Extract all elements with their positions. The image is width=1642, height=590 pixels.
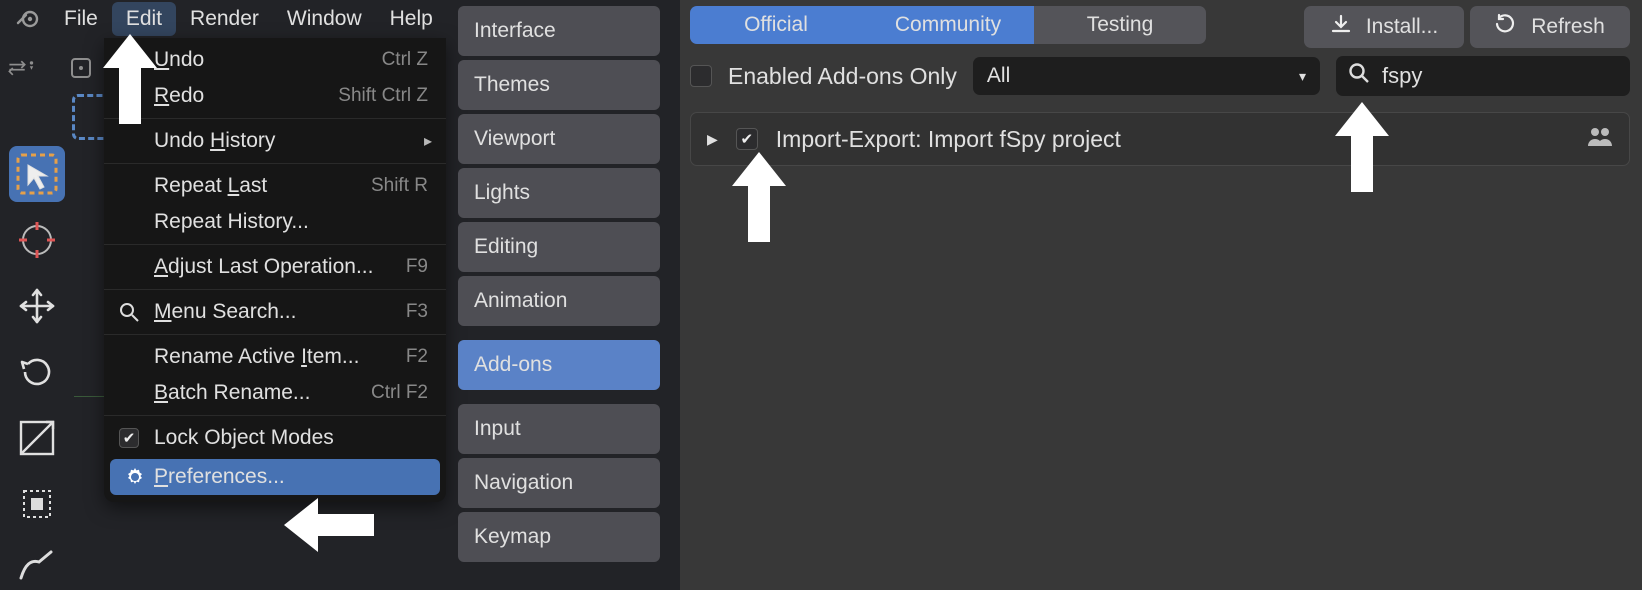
addon-entry[interactable]: ▶ Import-Export: Import fSpy project [690,112,1630,166]
tool-select-box[interactable] [9,146,65,202]
expand-caret-icon[interactable]: ▶ [707,131,718,148]
menu-undo-history[interactable]: Undo History ▸ [104,123,446,159]
preferences-content: Official Community Testing Install... Re… [680,0,1642,590]
pref-tab-interface[interactable]: Interface [458,6,660,56]
menu-render[interactable]: Render [176,2,273,36]
pref-tab-addons[interactable]: Add-ons [458,340,660,390]
refresh-button[interactable]: Refresh [1470,6,1630,48]
menu-search[interactable]: Menu Search... F3 [104,294,446,330]
menu-help[interactable]: Help [376,2,447,36]
addon-filter-row: Enabled Add-ons Only All ▾ ✕ [690,56,1630,96]
pref-tab-lights[interactable]: Lights [458,168,660,218]
editor-type-dropdown-icon[interactable] [2,51,44,85]
addon-enable-checkbox[interactable] [736,128,758,150]
enabled-only-label: Enabled Add-ons Only [728,63,957,90]
addon-category-dropdown[interactable]: All ▾ [973,57,1320,95]
pref-tab-input[interactable]: Input [458,404,660,454]
pref-tab-navigation[interactable]: Navigation [458,458,660,508]
menu-redo[interactable]: Redo Shift Ctrl Z [104,78,446,114]
community-icon [1587,125,1613,153]
menu-undo[interactable]: Undo Ctrl Z [104,42,446,78]
menu-batch-rename[interactable]: Batch Rename... Ctrl F2 [104,375,446,411]
tab-official[interactable]: Official [690,6,862,44]
download-icon [1330,13,1352,41]
pref-tab-editing[interactable]: Editing [458,222,660,272]
annotation-arrow [284,498,374,552]
enabled-only-checkbox[interactable] [690,65,712,87]
menu-preferences[interactable]: Preferences... [110,459,440,495]
menu-lock-object-modes[interactable]: Lock Object Modes [104,420,446,456]
addon-search[interactable]: ✕ [1336,56,1630,96]
blender-logo-icon [16,7,40,31]
tool-rotate[interactable] [9,344,65,400]
edit-menu: Undo Ctrl Z Redo Shift Ctrl Z Undo Histo… [104,38,446,502]
submenu-caret-icon: ▸ [424,131,432,151]
search-icon [1348,62,1370,90]
checkbox-on-icon [118,427,140,449]
menu-file[interactable]: File [50,2,112,36]
tab-testing[interactable]: Testing [1034,6,1206,44]
tool-move[interactable] [9,278,65,334]
menu-repeat-history[interactable]: Repeat History... [104,204,446,240]
tool-annotate[interactable] [14,546,60,586]
toolbar [9,146,65,532]
mode-dropdown-icon[interactable] [60,51,102,85]
pref-tab-keymap[interactable]: Keymap [458,512,660,562]
menu-adjust-last[interactable]: Adjust Last Operation... F9 [104,249,446,285]
pref-tab-animation[interactable]: Animation [458,276,660,326]
preferences-section-tabs: Interface Themes Viewport Lights Editing… [458,6,660,566]
menu-bar: File Edit Render Window Help [0,0,447,38]
tool-transform[interactable] [9,476,65,532]
editor-header [2,48,102,88]
addon-label: Import-Export: Import fSpy project [776,126,1121,153]
tab-community[interactable]: Community [862,6,1034,44]
refresh-icon [1495,13,1517,41]
addon-source-tabs: Official Community Testing [690,6,1206,44]
install-button[interactable]: Install... [1304,6,1464,48]
menu-rename-active[interactable]: Rename Active Item... F2 [104,339,446,375]
tool-scale[interactable] [9,410,65,466]
gear-icon [124,466,146,488]
tool-cursor[interactable] [9,212,65,268]
search-icon [118,301,140,323]
pref-tab-themes[interactable]: Themes [458,60,660,110]
pref-tab-viewport[interactable]: Viewport [458,114,660,164]
menu-repeat-last[interactable]: Repeat Last Shift R [104,168,446,204]
chevron-down-icon: ▾ [1299,68,1306,85]
menu-window[interactable]: Window [273,2,376,36]
menu-edit[interactable]: Edit [112,2,176,36]
addon-search-input[interactable] [1380,62,1642,90]
